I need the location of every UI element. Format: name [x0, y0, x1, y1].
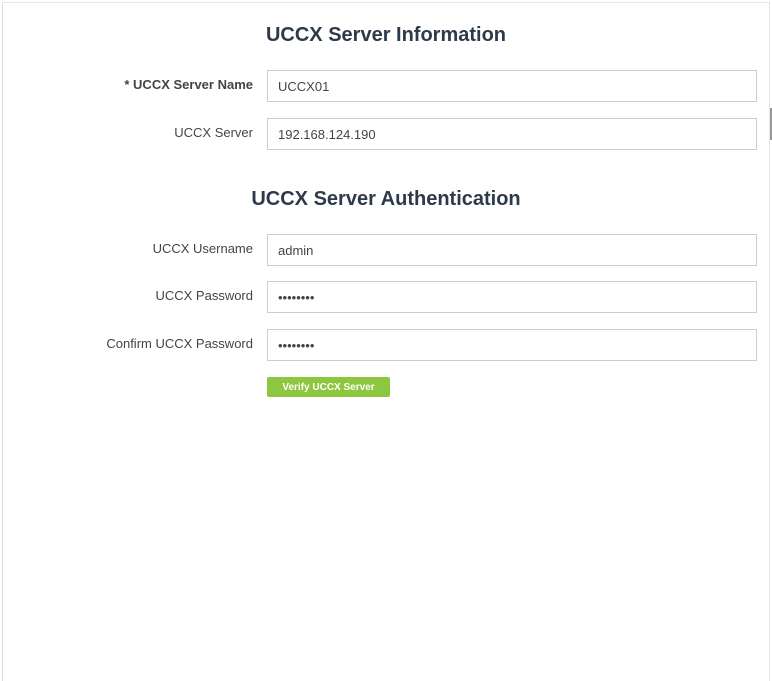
section-title-authentication: UCCX Server Authentication: [251, 188, 521, 210]
confirm-password-input[interactable]: [267, 329, 757, 361]
server-name-input[interactable]: [267, 70, 757, 102]
username-label: UCCX Username: [152, 241, 253, 256]
server-name-label: * UCCX Server Name: [124, 77, 253, 92]
password-input[interactable]: [267, 281, 757, 313]
password-label: UCCX Password: [155, 288, 253, 303]
username-input[interactable]: [267, 234, 757, 266]
server-address-input[interactable]: [267, 118, 757, 150]
verify-server-button[interactable]: Verify UCCX Server: [267, 377, 390, 397]
section-title-server-information: UCCX Server Information: [265, 24, 507, 46]
confirm-password-label: Confirm UCCX Password: [106, 336, 253, 351]
server-label: UCCX Server: [174, 125, 253, 140]
